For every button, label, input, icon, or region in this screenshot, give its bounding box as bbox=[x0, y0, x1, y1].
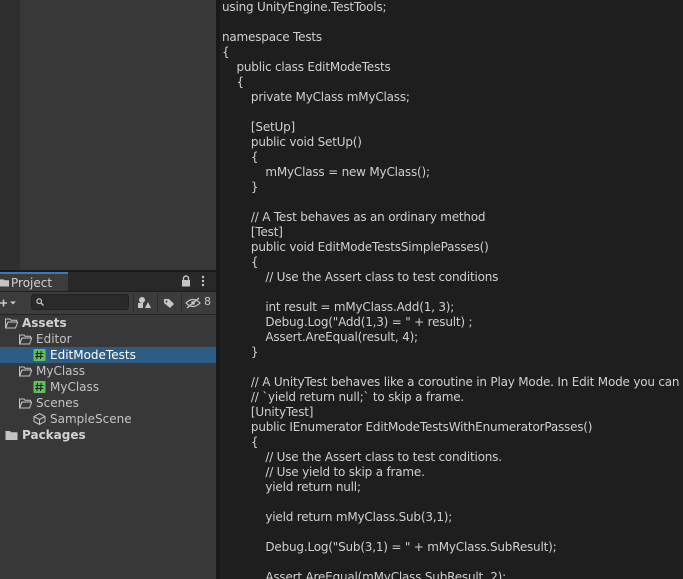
project-tab-bar: Project bbox=[0, 272, 216, 292]
filter-by-label-button[interactable] bbox=[158, 294, 180, 312]
tree-item[interactable]: SampleScene bbox=[0, 411, 216, 427]
hidden-packages-count: 8 bbox=[204, 295, 211, 308]
code-line: yield return mMyClass.Sub(3,1); bbox=[222, 510, 453, 524]
eye-slash-icon bbox=[185, 297, 201, 309]
code-line: yield return null; bbox=[222, 480, 361, 494]
code-line: } bbox=[222, 180, 259, 194]
left-strip bbox=[0, 0, 20, 270]
tree-item[interactable]: Editor bbox=[0, 331, 216, 347]
tag-icon bbox=[164, 299, 174, 308]
code-line: public IEnumerator EditModeTestsWithEnum… bbox=[222, 420, 593, 434]
code-line: } bbox=[222, 345, 259, 359]
project-toolbar: 8 bbox=[0, 292, 216, 315]
tree-item-label: SampleScene bbox=[50, 412, 132, 426]
code-line: public class EditModeTests bbox=[222, 60, 391, 74]
code-line: mMyClass = new MyClass(); bbox=[222, 165, 430, 179]
search-icon bbox=[36, 298, 44, 306]
folder-icon bbox=[0, 279, 9, 287]
folder-open-icon bbox=[19, 366, 32, 377]
code-editor[interactable]: using UnityEngine.TestTools; namespace Te… bbox=[220, 0, 683, 579]
code-line: [UnityTest] bbox=[222, 405, 314, 419]
filter-by-type-button[interactable] bbox=[134, 294, 156, 312]
code-line: // A UnityTest behaves like a coroutine … bbox=[222, 375, 683, 389]
hierarchy-panel-area bbox=[20, 0, 216, 270]
tree-item[interactable]: MyClass bbox=[0, 363, 216, 379]
tree-item-label: Packages bbox=[22, 428, 86, 442]
folder-open-icon bbox=[5, 318, 18, 329]
code-line: { bbox=[222, 75, 244, 89]
code-line: // `yield return null;` to skip a frame. bbox=[222, 390, 465, 404]
code-line: Assert.AreEqual(result, 4); bbox=[222, 330, 418, 344]
tree-item-label: MyClass bbox=[50, 380, 100, 394]
tab-project[interactable]: Project bbox=[0, 272, 68, 291]
search-input[interactable] bbox=[48, 295, 126, 309]
lock-icon[interactable] bbox=[181, 275, 191, 287]
tab-project-label: Project bbox=[11, 276, 53, 290]
create-dropdown-button[interactable] bbox=[0, 294, 20, 312]
tree-item[interactable]: Assets bbox=[0, 315, 216, 331]
unity-scene-icon bbox=[33, 413, 46, 425]
code-line: Assert.AreEqual(mMyClass.SubResult, 2); bbox=[222, 570, 506, 579]
csharp-script-icon bbox=[33, 381, 46, 393]
code-line: { bbox=[222, 150, 259, 164]
tree-item-label: Editor bbox=[36, 332, 72, 346]
code-line: Debug.Log("Add(1,3) = " + result) ; bbox=[222, 315, 473, 329]
code-line: // A Test behaves as an ordinary method bbox=[222, 210, 486, 224]
folder-icon bbox=[5, 431, 18, 440]
tree-item[interactable]: Packages bbox=[0, 427, 216, 443]
tree-item-label: Assets bbox=[22, 316, 67, 330]
folder-open-icon bbox=[19, 398, 32, 409]
tree-item[interactable]: Scenes bbox=[0, 395, 216, 411]
shapes-filter-icon bbox=[138, 297, 151, 308]
project-search-box[interactable] bbox=[31, 294, 129, 310]
folder-open-icon bbox=[19, 334, 32, 345]
code-line: { bbox=[222, 45, 230, 59]
code-line: Debug.Log("Sub(3,1) = " + mMyClass.SubRe… bbox=[222, 540, 557, 554]
code-line: public void SetUp() bbox=[222, 135, 362, 149]
tree-item-label: MyClass bbox=[36, 364, 86, 378]
code-line: namespace Tests bbox=[222, 30, 322, 44]
tree-item[interactable]: EditModeTests bbox=[0, 347, 216, 363]
plus-icon bbox=[0, 299, 16, 307]
project-panel: Project 8 Assets Editor EditModeTests My… bbox=[0, 272, 216, 579]
code-line: // Use yield to skip a frame. bbox=[222, 465, 425, 479]
kebab-menu-icon[interactable] bbox=[200, 275, 206, 287]
hidden-packages-toggle[interactable] bbox=[182, 294, 204, 312]
code-line: [Test] bbox=[222, 225, 283, 239]
code-line: { bbox=[222, 255, 259, 269]
tree-item[interactable]: MyClass bbox=[0, 379, 216, 395]
code-line: private MyClass mMyClass; bbox=[222, 90, 410, 104]
csharp-script-icon bbox=[33, 349, 46, 361]
code-line: // Use the Assert class to test conditio… bbox=[222, 270, 499, 284]
code-line: { bbox=[222, 435, 259, 449]
code-line: int result = mMyClass.Add(1, 3); bbox=[222, 300, 455, 314]
tree-item-label: Scenes bbox=[36, 396, 79, 410]
code-line: // Use the Assert class to test conditio… bbox=[222, 450, 502, 464]
tree-item-label: EditModeTests bbox=[50, 348, 136, 362]
code-line: [SetUp] bbox=[222, 120, 295, 134]
code-line: public void EditModeTestsSimplePasses() bbox=[222, 240, 489, 254]
code-line: using UnityEngine.TestTools; bbox=[222, 0, 387, 14]
